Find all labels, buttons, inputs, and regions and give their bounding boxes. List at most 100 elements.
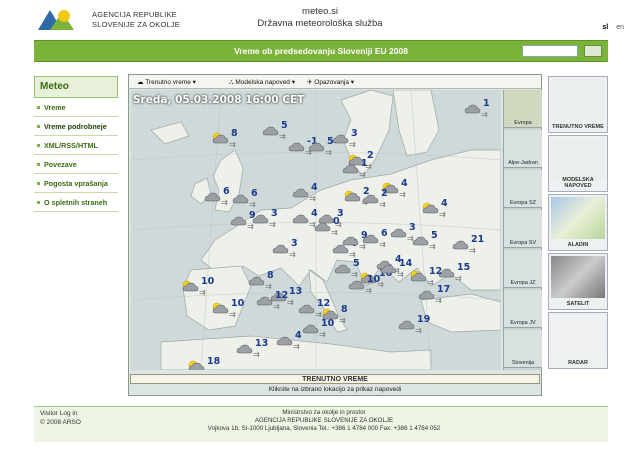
region-alpe-jadran[interactable]: Alpe-Jadran: [504, 130, 542, 168]
cloud-icon[interactable]: [261, 124, 279, 136]
lang-en[interactable]: en: [616, 24, 624, 31]
title-bar: Vreme ob predsedovanju Sloveniji EU 2008: [34, 40, 608, 62]
partly-sunny-icon[interactable]: [211, 132, 229, 144]
cloud-icon[interactable]: [313, 220, 331, 232]
cloud-icon[interactable]: [229, 214, 247, 226]
partly-sunny-icon[interactable]: [421, 202, 439, 214]
region-evropa[interactable]: Evropa: [504, 90, 542, 128]
cloud-icon[interactable]: [307, 140, 325, 152]
sidebar-item-faq[interactable]: Pogosta vprašanja: [34, 174, 118, 193]
region-slovenija[interactable]: Slovenija: [504, 330, 542, 368]
thumb-model-image: [551, 138, 605, 180]
partly-sunny-icon[interactable]: [343, 190, 361, 202]
cloud-icon[interactable]: [331, 132, 349, 144]
sidebar-item-vreme-podrobneje[interactable]: Vreme podrobneje: [34, 117, 118, 136]
temperature-label: 2: [381, 188, 388, 199]
weather-map[interactable]: Sreda, 05.03.2008 16:00 CET 1 ⇉ 8 ⇉ 5 ⇉ -1 ⇉ 5 ⇉ 3…: [131, 90, 501, 370]
sidebar-item-xml[interactable]: XML/RSS/HTML: [34, 136, 118, 155]
temperature-label: 4: [311, 208, 318, 219]
partly-sunny-icon[interactable]: [181, 280, 199, 292]
wind-arrow-icon: ⇉: [229, 140, 236, 149]
thumb-radar[interactable]: RADAR: [548, 312, 608, 369]
cloud-icon[interactable]: [203, 190, 221, 202]
temperature-label: 8: [267, 270, 274, 281]
thumb-radar-label: RADAR: [568, 360, 588, 366]
tab-current-weather[interactable]: ☁ Trenutno vreme ▾: [137, 78, 196, 86]
sidebar: Meteo Vreme Vreme podrobneje XML/RSS/HTM…: [34, 76, 118, 212]
wind-arrow-icon: ⇉: [339, 316, 346, 325]
site-title: meteo.si Državna meteorološka služba: [250, 6, 390, 30]
cloud-icon[interactable]: [247, 274, 265, 286]
region-slo-label: Slovenija: [511, 360, 535, 366]
wind-arrow-icon: ⇉: [439, 210, 446, 219]
cloud-icon[interactable]: [291, 186, 309, 198]
region-evropa-jv[interactable]: Evropa JV: [504, 290, 542, 328]
partly-sunny-icon[interactable]: [187, 360, 205, 370]
region-evropa-jz[interactable]: Evropa JZ: [504, 250, 542, 288]
thumb-current-weather[interactable]: TRENUTNO VREME: [548, 76, 608, 133]
wind-arrow-icon: ⇉: [253, 350, 260, 359]
footer-agency: AGENCIJA REPUBLIKE SLOVENIJE ZA OKOLJE: [254, 417, 394, 424]
page: AGENCIJA REPUBLIKE SLOVENIJE ZA OKOLJE m…: [0, 0, 640, 465]
site-subtitle: Državna meteorološka služba: [257, 18, 383, 29]
region-evropa-label: Evropa: [514, 120, 532, 126]
wind-arrow-icon: ⇉: [249, 200, 256, 209]
partly-sunny-icon[interactable]: [321, 308, 339, 320]
cloud-icon[interactable]: [341, 234, 359, 246]
lang-sl[interactable]: sl: [602, 24, 608, 31]
cloud-icon[interactable]: [347, 278, 365, 290]
visitor-login-link[interactable]: Visitor Log in: [40, 409, 81, 418]
cloud-icon[interactable]: [333, 262, 351, 274]
thumb-satellite[interactable]: SATELIT: [548, 253, 608, 310]
cloud-icon[interactable]: [255, 294, 273, 306]
footer-left: Visitor Log in © 2008 ARSO: [40, 409, 81, 427]
cloud-icon[interactable]: [451, 238, 469, 250]
thumb-model-label: MODELSKA NAPOVED: [562, 177, 594, 189]
temperature-label: 6: [223, 186, 230, 197]
cloud-icon[interactable]: [463, 102, 481, 114]
cloud-icon[interactable]: [361, 192, 379, 204]
partly-sunny-icon[interactable]: [409, 270, 427, 282]
cloud-icon[interactable]: [397, 318, 415, 330]
cloud-icon[interactable]: [301, 322, 319, 334]
partly-sunny-icon[interactable]: [211, 302, 229, 314]
search-input[interactable]: [522, 45, 578, 57]
temperature-label: 13: [255, 338, 269, 349]
region-jv-label: Evropa JV: [510, 320, 536, 326]
cloud-icon[interactable]: [297, 302, 315, 314]
arso-logo[interactable]: [36, 6, 80, 32]
cloud-icon[interactable]: [235, 342, 253, 354]
cloud-icon[interactable]: [287, 140, 305, 152]
tab-model-forecast[interactable]: ⛬ Modelska napoved ▾: [229, 78, 295, 87]
sidebar-title: Meteo: [34, 76, 118, 98]
cloud-icon[interactable]: [341, 162, 359, 174]
wind-arrow-icon: ⇉: [397, 270, 404, 279]
cloud-icon[interactable]: [411, 234, 429, 246]
cloud-icon[interactable]: [291, 212, 309, 224]
region-evropa-sv[interactable]: Evropa SV: [504, 210, 542, 248]
cloud-icon[interactable]: [417, 288, 435, 300]
footer-ministry: Ministrstvo za okolje in prostor: [282, 409, 366, 416]
temperature-label: 10: [231, 298, 245, 309]
thumb-aladin[interactable]: ALADIN: [548, 194, 608, 251]
sidebar-item-vreme[interactable]: Vreme: [34, 98, 118, 117]
agency-line-2: SLOVENIJE ZA OKOLJE: [92, 20, 180, 29]
sidebar-item-povezave[interactable]: Povezave: [34, 155, 118, 174]
tab-obs-label: Opazovanja: [314, 79, 349, 86]
cloud-icon[interactable]: [361, 232, 379, 244]
region-selector: Evropa Alpe-Jadran Evropa SZ Evropa SV E…: [503, 90, 542, 370]
cloud-icon[interactable]: [389, 226, 407, 238]
cloud-icon[interactable]: [379, 262, 397, 274]
current-weather-button[interactable]: TRENUTNO VREME: [130, 374, 540, 384]
sidebar-item-about[interactable]: O spletnih straneh: [34, 193, 118, 212]
search-button[interactable]: [584, 45, 602, 57]
thumb-model-forecast[interactable]: MODELSKA NAPOVED: [548, 135, 608, 192]
agency-line-1: AGENCIJA REPUBLIKE: [92, 10, 177, 19]
region-evropa-sz[interactable]: Evropa SZ: [504, 170, 542, 208]
cloud-icon[interactable]: [271, 242, 289, 254]
tab-observations[interactable]: ✈ Opazovanja ▾: [307, 78, 354, 86]
temperature-label: 5: [353, 258, 360, 269]
cloud-icon[interactable]: [231, 192, 249, 204]
cloud-icon[interactable]: [275, 334, 293, 346]
wind-arrow-icon: ⇉: [221, 198, 228, 207]
